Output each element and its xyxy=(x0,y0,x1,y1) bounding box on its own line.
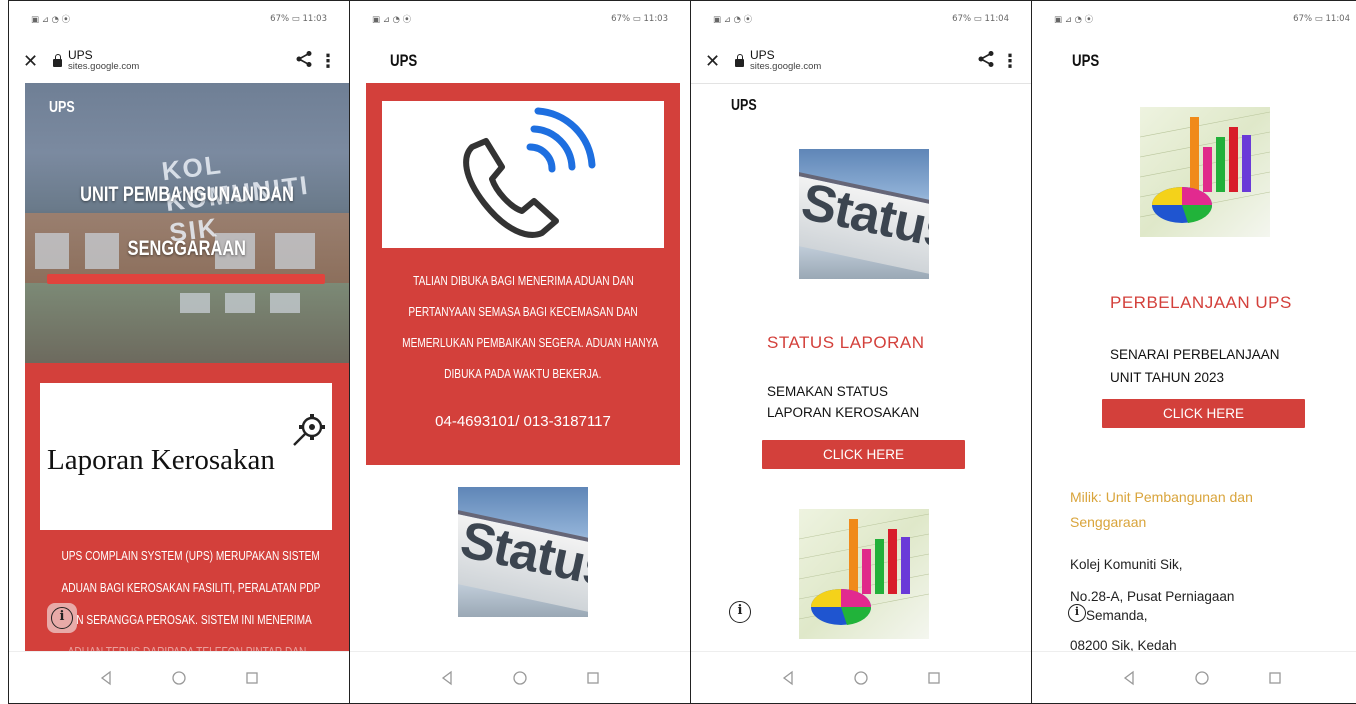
url-display[interactable]: UPS sites.google.com xyxy=(750,48,971,73)
window xyxy=(225,293,255,313)
card-title: Laporan Kerosakan xyxy=(47,444,275,476)
android-nav-bar xyxy=(1032,651,1356,703)
lock-icon xyxy=(53,54,62,67)
contact-desc-line: DIBUKA PADA WAKTU BEKERJA. xyxy=(444,366,602,381)
browser-toolbar: ✕ UPS sites.google.com ⋮ xyxy=(23,43,337,79)
expense-description: SENARAI PERBELANJAAN UNIT TAHUN 2023 xyxy=(1110,343,1280,389)
screen-4: ▣ ⊿ ◔ ⦿ 67% ▭ 11:04 UPS PERBELANJAAN UPS… xyxy=(1031,0,1356,704)
hero-title-line2: SENGGARAAN xyxy=(127,237,247,260)
status-desc-line2: LAPORAN KEROSAKAN xyxy=(767,405,920,420)
status-battery-time: 67% ▭ 11:04 xyxy=(1293,14,1350,24)
back-icon[interactable] xyxy=(1121,670,1137,686)
more-options-icon[interactable]: ⋮ xyxy=(1001,51,1019,72)
status-description: SEMAKAN STATUS LAPORAN KEROSAKAN xyxy=(767,381,919,423)
status-battery-time: 67% ▭ 11:04 xyxy=(952,14,1009,24)
phone-call-icon xyxy=(463,107,596,238)
owner-line2: Senggaraan xyxy=(1070,514,1147,530)
browser-toolbar: ✕ UPS sites.google.com ⋮ xyxy=(705,43,1019,79)
window xyxy=(270,293,300,313)
hero-divider xyxy=(47,274,325,284)
status-icons: ▣ ⊿ ◔ ⦿ xyxy=(713,15,753,25)
recents-icon[interactable] xyxy=(1267,670,1283,686)
android-nav-bar xyxy=(691,651,1031,703)
lock-icon xyxy=(735,54,744,67)
screen-2: ▣ ⊿ ◔ ⦿ 67% ▭ 11:03 UPS TALIAN DIBUKA BA… xyxy=(349,0,691,704)
status-image[interactable]: Status xyxy=(799,149,929,279)
expense-desc-line1: SENARAI PERBELANJAAN xyxy=(1110,347,1280,362)
window xyxy=(180,293,210,313)
status-icons: ▣ ⊿ ◔ ⦿ xyxy=(1054,15,1094,25)
hero-banner: KOL KOMUNITI SIK UPS UNIT PEMBANGUNAN DA… xyxy=(25,83,349,363)
more-options-icon[interactable]: ⋮ xyxy=(319,51,337,72)
screen-3: ▣ ⊿ ◔ ⦿ 67% ▭ 11:04 ✕ UPS sites.google.c… xyxy=(690,0,1032,704)
share-icon[interactable] xyxy=(971,50,1001,73)
bar-pie-graphic xyxy=(799,513,929,625)
status-bar: ▣ ⊿ ◔ ⦿ 67% ▭ 11:04 xyxy=(713,11,1009,27)
status-icons: ▣ ⊿ ◔ ⦿ xyxy=(372,15,412,25)
expense-click-button[interactable]: CLICK HERE xyxy=(1102,399,1305,428)
expense-chart-image[interactable] xyxy=(799,509,929,639)
home-icon[interactable] xyxy=(171,670,187,686)
recents-icon[interactable] xyxy=(926,670,942,686)
address-line: Semanda, xyxy=(1086,608,1148,623)
back-icon[interactable] xyxy=(98,670,114,686)
bar-pie-graphic xyxy=(1140,111,1270,223)
site-name[interactable]: UPS xyxy=(49,99,82,117)
owner-line1: Milik: Unit Pembangunan dan xyxy=(1070,489,1253,505)
phone-number[interactable]: 04-4693101/ 013-3187117 xyxy=(366,413,680,430)
status-click-button[interactable]: CLICK HERE xyxy=(762,440,965,469)
status-image[interactable]: Status xyxy=(458,487,588,617)
home-icon[interactable] xyxy=(1194,670,1210,686)
android-nav-bar xyxy=(9,651,349,703)
page-domain: sites.google.com xyxy=(68,61,140,73)
hero-title-line1: UNIT PEMBANGUNAN DAN xyxy=(80,183,294,206)
android-nav-bar xyxy=(350,651,690,703)
back-icon[interactable] xyxy=(439,670,455,686)
description-line: ADUAN BAGI KEROSAKAN FASILITI, PERALATAN… xyxy=(61,580,321,595)
status-bar: ▣ ⊿ ◔ ⦿ 67% ▭ 11:04 xyxy=(1054,11,1350,27)
description-line: UPS COMPLAIN SYSTEM (UPS) MERUPAKAN SIST… xyxy=(61,548,320,563)
status-bar: ▣ ⊿ ◔ ⦿ 67% ▭ 11:03 xyxy=(31,11,327,27)
info-icon[interactable]: i xyxy=(47,603,77,633)
toolbar-divider xyxy=(691,83,1031,84)
share-icon[interactable] xyxy=(289,50,319,73)
recents-icon[interactable] xyxy=(585,670,601,686)
back-icon[interactable] xyxy=(780,670,796,686)
gear-search-icon xyxy=(293,414,325,446)
status-icons: ▣ ⊿ ◔ ⦿ xyxy=(31,15,71,25)
site-name[interactable]: UPS xyxy=(731,97,764,115)
status-desc-line1: SEMAKAN STATUS xyxy=(767,384,889,399)
status-battery-time: 67% ▭ 11:03 xyxy=(611,14,668,24)
url-display[interactable]: UPS sites.google.com xyxy=(68,48,289,73)
owner-text: Milik: Unit Pembangunan dan Senggaraan xyxy=(1070,485,1253,535)
status-bar: ▣ ⊿ ◔ ⦿ 67% ▭ 11:03 xyxy=(372,11,668,27)
home-icon[interactable] xyxy=(853,670,869,686)
contact-desc-line: MEMERLUKAN PEMBAIKAN SEGERA. ADUAN HANYA xyxy=(402,335,659,350)
address-line: No.28-A, Pusat Perniagaan xyxy=(1070,589,1235,604)
site-name[interactable]: UPS xyxy=(1072,51,1107,71)
info-icon[interactable]: i xyxy=(729,601,751,623)
contact-desc-line: TALIAN DIBUKA BAGI MENERIMA ADUAN DAN xyxy=(412,273,634,288)
close-icon[interactable]: ✕ xyxy=(705,51,729,72)
contact-desc-line: PERTANYAAN SEMASA BAGI KECEMASAN DAN xyxy=(408,304,638,319)
site-name[interactable]: UPS xyxy=(390,51,425,71)
info-icon[interactable]: i xyxy=(1068,604,1086,622)
recents-icon[interactable] xyxy=(244,670,260,686)
home-icon[interactable] xyxy=(512,670,528,686)
address-line: Kolej Komuniti Sik, xyxy=(1070,557,1183,572)
screen-1: ▣ ⊿ ◔ ⦿ 67% ▭ 11:03 ✕ UPS sites.google.c… xyxy=(8,0,350,704)
expense-chart-image[interactable] xyxy=(1140,107,1270,237)
laporan-kerosakan-card[interactable]: Laporan Kerosakan xyxy=(40,383,332,530)
contact-section: TALIAN DIBUKA BAGI MENERIMA ADUAN DAN PE… xyxy=(366,83,680,465)
status-heading: STATUS LAPORAN xyxy=(767,333,925,352)
expense-heading: PERBELANJAAN UPS xyxy=(1110,293,1292,312)
expense-desc-line2: UNIT TAHUN 2023 xyxy=(1110,370,1225,385)
close-icon[interactable]: ✕ xyxy=(23,51,47,72)
phone-card xyxy=(382,101,664,248)
page-domain: sites.google.com xyxy=(750,61,822,73)
status-battery-time: 67% ▭ 11:03 xyxy=(270,14,327,24)
